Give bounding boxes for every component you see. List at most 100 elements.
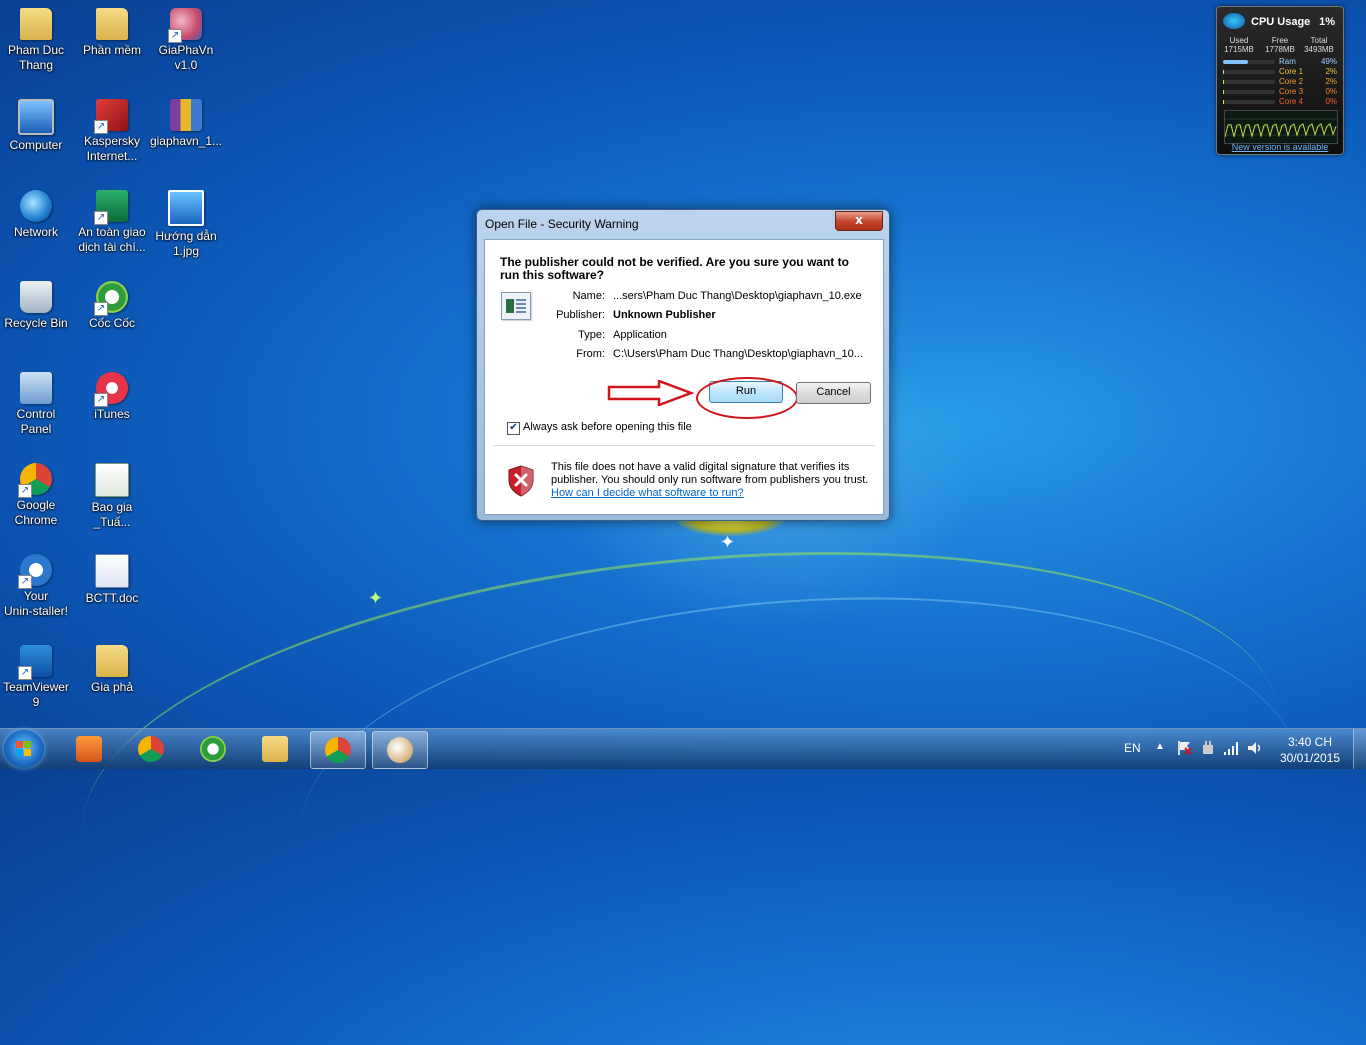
winrar-icon <box>170 99 202 131</box>
taskbar-app-button[interactable] <box>186 731 240 767</box>
gadget-row-value: 2% <box>1325 77 1337 86</box>
network-signal-icon[interactable] <box>1223 739 1239 779</box>
close-button[interactable]: x <box>835 211 883 231</box>
taskbar-app-button[interactable] <box>248 731 302 767</box>
cpu-usage-gadget[interactable]: CPU Usage 1% Used 1715MB Free 1778MB Tot… <box>1216 6 1344 155</box>
desktop-icon-label: Kaspersky Internet... <box>83 134 141 163</box>
recycle-bin-icon <box>20 281 52 313</box>
always-ask-checkbox[interactable]: ✔ <box>507 422 520 435</box>
warning-text-block: This file does not have a valid digital … <box>551 461 871 500</box>
action-center-flag-icon[interactable] <box>1176 739 1192 779</box>
desktop-icon-label: iTunes <box>94 407 130 421</box>
dialog-body: The publisher could not be verified. Are… <box>484 239 884 515</box>
gadget-row-value: 0% <box>1325 87 1337 96</box>
security-shield-icon <box>508 465 534 497</box>
desktop-icon[interactable]: Hướng dẫn 1.jpg <box>146 190 226 259</box>
always-ask-label[interactable]: Always ask before opening this file <box>523 421 692 433</box>
folder-icon <box>96 8 128 40</box>
type-row: Type: <box>485 329 605 343</box>
desktop-icon[interactable]: TeamViewer 9 <box>0 645 76 710</box>
gadget-row-value: 49% <box>1320 57 1337 66</box>
desktop-icon[interactable]: Phần mềm <box>72 8 152 58</box>
clock-date: 30/01/2015 <box>1279 751 1341 765</box>
itunes-icon <box>94 372 128 407</box>
dialog-title: Open File - Security Warning <box>485 217 639 231</box>
publisher-value: Unknown Publisher <box>613 309 716 321</box>
wallpaper-arc <box>61 498 1299 1045</box>
desktop-icon-label: Bao gia _Tuấ... <box>91 500 133 529</box>
gadget-free: Free 1778MB <box>1265 36 1295 54</box>
language-indicator[interactable]: EN <box>1124 741 1141 781</box>
kaspersky-icon <box>94 99 128 134</box>
from-label: From: <box>576 348 605 360</box>
desktop-icon[interactable]: Your Unin-staller! <box>0 554 76 619</box>
explorer-icon <box>262 736 288 762</box>
show-desktop-button[interactable] <box>1353 729 1366 769</box>
desktop-icon-label: Phần mềm <box>82 43 142 57</box>
gadget-update-link[interactable]: New version is available <box>1217 142 1343 152</box>
media-player-icon <box>76 736 102 762</box>
cancel-button[interactable]: Cancel <box>796 382 871 404</box>
desktop-icon-label: Your Unin-staller! <box>3 589 69 618</box>
from-value: C:\Users\Pham Duc Thang\Desktop\giaphavn… <box>613 348 863 360</box>
volume-icon[interactable] <box>1246 739 1264 779</box>
safe-money-icon <box>94 190 128 225</box>
cpu-history-graph <box>1224 110 1338 144</box>
desktop-icon[interactable]: Kaspersky Internet... <box>72 99 152 164</box>
desktop-icon[interactable]: Network <box>0 190 76 240</box>
network-icon <box>20 190 52 222</box>
desktop-icon-label: TeamViewer 9 <box>3 680 69 709</box>
desktop-icon-label: Network <box>13 225 58 239</box>
power-plug-icon[interactable] <box>1200 739 1216 779</box>
gadget-total: Total 3493MB <box>1304 36 1334 54</box>
computer-icon <box>18 99 54 135</box>
desktop-icon[interactable]: Gia phả <box>72 645 152 695</box>
desktop-icon[interactable]: Google Chrome <box>0 463 76 528</box>
show-hidden-icons-icon[interactable]: ▲ <box>1155 741 1165 781</box>
desktop-icon[interactable]: giaphavn_1... <box>146 99 226 149</box>
decide-software-link[interactable]: How can I decide what software to run? <box>551 487 871 500</box>
desktop-icon-label: GiaPhaVn v1.0 <box>158 43 214 72</box>
warning-panel: This file does not have a valid digital … <box>485 446 883 514</box>
name-row: Name: <box>485 290 605 304</box>
gadget-row: Core 1 2% <box>1223 67 1337 77</box>
wallpaper-sparkle: ✦ <box>368 588 384 609</box>
taskbar-app-button[interactable] <box>124 731 178 767</box>
gadget-meter <box>1223 90 1275 94</box>
desktop-icon[interactable]: GiaPhaVn v1.0 <box>146 8 226 73</box>
gadget-row-value: 0% <box>1325 97 1337 106</box>
coccoc-icon <box>94 281 128 316</box>
cpu-gadget-logo-icon <box>1223 13 1245 29</box>
taskbar-app-button[interactable] <box>310 731 366 769</box>
desktop-icon[interactable]: Bao gia _Tuấ... <box>72 463 152 530</box>
desktop-icon[interactable]: Computer <box>0 99 76 153</box>
desktop-icon[interactable]: Recycle Bin <box>0 281 76 331</box>
gadget-row-label: Core 1 <box>1279 67 1304 76</box>
gadget-meter <box>1223 80 1275 84</box>
clock[interactable]: 3:40 CH 30/01/2015 <box>1270 734 1350 766</box>
desktop-icon[interactable]: Cốc Cốc <box>72 281 152 331</box>
red-arrow-annotation <box>607 380 695 406</box>
taskbar-app-button[interactable] <box>62 731 116 767</box>
desktop-icon[interactable]: An toàn giao dịch tài chí... <box>72 190 152 255</box>
control-panel-icon <box>20 372 52 404</box>
dialog-question: The publisher could not be verified. Are… <box>500 255 849 282</box>
word-icon <box>95 554 129 588</box>
giaphavn-icon <box>168 8 202 43</box>
gadget-row-label: Core 2 <box>1279 77 1304 86</box>
gadget-row-label: Core 3 <box>1279 87 1304 96</box>
gadget-meter <box>1223 60 1275 64</box>
desktop-icon-label: Recycle Bin <box>4 316 68 330</box>
desktop-icon[interactable]: Pham Duc Thang <box>0 8 76 73</box>
gadget-cpu-percent: 1% <box>1319 16 1335 28</box>
desktop-icon[interactable]: BCTT.doc <box>72 554 152 606</box>
type-label: Type: <box>578 329 605 341</box>
start-button[interactable] <box>4 730 44 768</box>
desktop-icon[interactable]: Control Panel <box>0 372 76 437</box>
desktop-icon-label: Hướng dẫn 1.jpg <box>155 229 217 258</box>
taskbar-app-button[interactable] <box>372 731 428 769</box>
desktop-icon-label: An toàn giao dịch tài chí... <box>78 225 146 254</box>
wallpaper-sparkle: ✦ <box>720 532 736 553</box>
desktop-icon[interactable]: iTunes <box>72 372 152 422</box>
excel-icon <box>95 463 129 497</box>
